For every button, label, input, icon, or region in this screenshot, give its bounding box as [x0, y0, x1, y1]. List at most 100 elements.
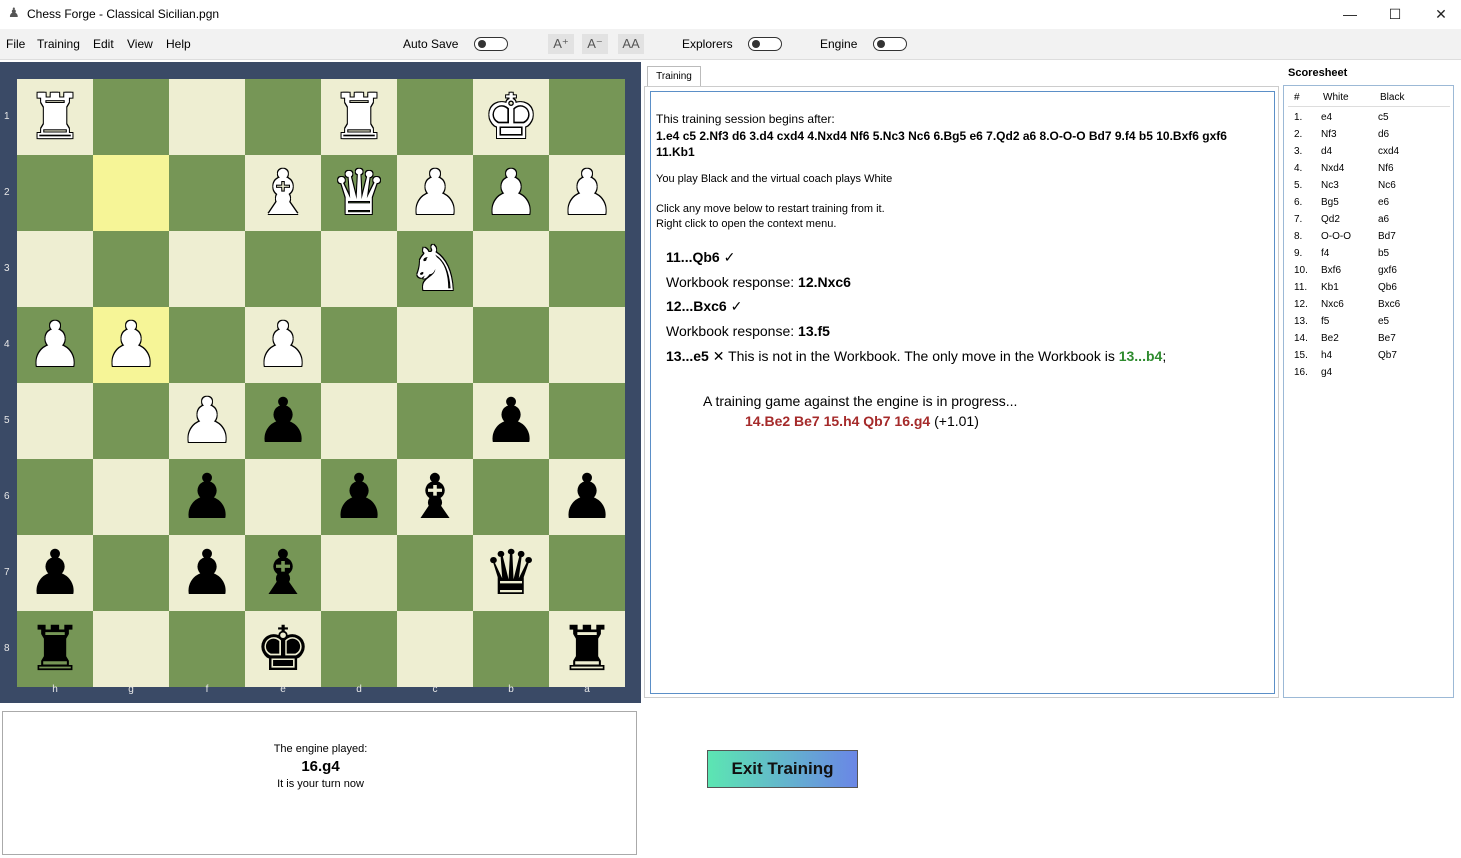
- scoresheet-black-move[interactable]: Bxc6: [1378, 299, 1400, 311]
- square-b8[interactable]: [473, 611, 549, 687]
- menu-training[interactable]: Training: [37, 37, 80, 52]
- square-a4[interactable]: [549, 307, 625, 383]
- square-c4[interactable]: [397, 307, 473, 383]
- black-piece-e7[interactable]: ♝: [245, 535, 321, 611]
- workbook-move[interactable]: 13.f5: [798, 323, 830, 339]
- square-a5[interactable]: [549, 383, 625, 459]
- black-piece-c6[interactable]: ♝: [397, 459, 473, 535]
- square-h5[interactable]: [17, 383, 93, 459]
- scoresheet-white-move[interactable]: Bxf6: [1321, 265, 1341, 277]
- scoresheet-black-move[interactable]: cxd4: [1378, 146, 1399, 158]
- white-piece-b2[interactable]: ♟: [473, 155, 549, 231]
- square-g5[interactable]: [93, 383, 169, 459]
- increase-font-button[interactable]: A⁺: [548, 34, 574, 54]
- square-c5[interactable]: [397, 383, 473, 459]
- white-piece-a2[interactable]: ♟: [549, 155, 625, 231]
- scoresheet-black-move[interactable]: a6: [1378, 214, 1389, 226]
- scoresheet-black-move[interactable]: d6: [1378, 129, 1389, 141]
- white-piece-c3[interactable]: ♞: [397, 231, 473, 307]
- square-f8[interactable]: [169, 611, 245, 687]
- scoresheet-black-move[interactable]: Nf6: [1378, 163, 1394, 175]
- square-d8[interactable]: [321, 611, 397, 687]
- engine-toggle[interactable]: [873, 37, 907, 51]
- square-f3[interactable]: [169, 231, 245, 307]
- black-piece-a6[interactable]: ♟: [549, 459, 625, 535]
- scoresheet-white-move[interactable]: d4: [1321, 146, 1332, 158]
- scoresheet-black-move[interactable]: Bd7: [1378, 231, 1396, 243]
- white-piece-d2[interactable]: ♛: [321, 155, 397, 231]
- square-c7[interactable]: [397, 535, 473, 611]
- black-piece-f6[interactable]: ♟: [169, 459, 245, 535]
- workbook-move[interactable]: 13...b4: [1119, 348, 1163, 364]
- white-piece-c2[interactable]: ♟: [397, 155, 473, 231]
- square-h6[interactable]: [17, 459, 93, 535]
- menu-view[interactable]: View: [127, 37, 153, 52]
- black-piece-d6[interactable]: ♟: [321, 459, 397, 535]
- explorers-toggle[interactable]: [748, 37, 782, 51]
- workbook-move[interactable]: 12.Nxc6: [798, 274, 851, 290]
- engine-line[interactable]: 14.Be2 Be7 15.h4 Qb7 16.g4: [745, 413, 930, 429]
- white-piece-e2[interactable]: ♝: [245, 155, 321, 231]
- scoresheet-white-move[interactable]: f4: [1321, 248, 1329, 260]
- white-piece-g4[interactable]: ♟: [93, 307, 169, 383]
- square-d5[interactable]: [321, 383, 397, 459]
- maximize-button[interactable]: ☐: [1372, 0, 1418, 28]
- scoresheet-black-move[interactable]: Qb6: [1378, 282, 1397, 294]
- menu-file[interactable]: File: [6, 37, 25, 52]
- scoresheet-white-move[interactable]: Kb1: [1321, 282, 1339, 294]
- square-e6[interactable]: [245, 459, 321, 535]
- scoresheet-white-move[interactable]: Nf3: [1321, 129, 1337, 141]
- white-piece-b1[interactable]: ♚: [473, 79, 549, 155]
- scoresheet-white-move[interactable]: Bg5: [1321, 197, 1339, 209]
- scoresheet-white-move[interactable]: Qd2: [1321, 214, 1340, 226]
- black-piece-b5[interactable]: ♟: [473, 383, 549, 459]
- scoresheet-white-move[interactable]: e4: [1321, 112, 1332, 124]
- chessboard[interactable]: ♜ ♜ ♚ ♝ ♛ ♟ ♟ ♟ ♞ ♟ ♟ ♟ ♟ ♟ ♟ ♟ ♟ ♝ ♟ ♟ ♟ ♝ ♛ ♜ ♚ ♜: [17, 79, 625, 687]
- menu-edit[interactable]: Edit: [93, 37, 114, 52]
- close-button[interactable]: ✕: [1418, 0, 1461, 28]
- scoresheet-white-move[interactable]: f5: [1321, 316, 1329, 328]
- scoresheet-white-move[interactable]: O-O-O: [1321, 231, 1351, 243]
- scoresheet-black-move[interactable]: e6: [1378, 197, 1389, 209]
- scoresheet-white-move[interactable]: g4: [1321, 367, 1332, 379]
- square-g3[interactable]: [93, 231, 169, 307]
- square-a3[interactable]: [549, 231, 625, 307]
- black-piece-a8[interactable]: ♜: [549, 611, 625, 687]
- square-f4[interactable]: [169, 307, 245, 383]
- square-g1[interactable]: [93, 79, 169, 155]
- black-piece-h7[interactable]: ♟: [17, 535, 93, 611]
- exit-training-button[interactable]: Exit Training: [707, 750, 858, 788]
- square-a1[interactable]: [549, 79, 625, 155]
- scoresheet-black-move[interactable]: Nc6: [1378, 180, 1396, 192]
- scoresheet-black-move[interactable]: b5: [1378, 248, 1389, 260]
- white-piece-f5[interactable]: ♟: [169, 383, 245, 459]
- scoresheet-white-move[interactable]: Nxc6: [1321, 299, 1344, 311]
- square-f1[interactable]: [169, 79, 245, 155]
- white-piece-d1[interactable]: ♜: [321, 79, 397, 155]
- black-piece-e8[interactable]: ♚: [245, 611, 321, 687]
- auto-save-toggle[interactable]: [474, 37, 508, 51]
- user-move[interactable]: 12...Bxc6: [666, 298, 727, 314]
- scoresheet-black-move[interactable]: Be7: [1378, 333, 1396, 345]
- scoresheet-black-move[interactable]: e5: [1378, 316, 1389, 328]
- minimize-button[interactable]: —: [1327, 0, 1373, 28]
- black-piece-f7[interactable]: ♟: [169, 535, 245, 611]
- black-piece-e5[interactable]: ♟: [245, 383, 321, 459]
- scoresheet-white-move[interactable]: Nxd4: [1321, 163, 1344, 175]
- square-e1[interactable]: [245, 79, 321, 155]
- white-piece-h1[interactable]: ♜: [17, 79, 93, 155]
- white-piece-e4[interactable]: ♟: [245, 307, 321, 383]
- square-d4[interactable]: [321, 307, 397, 383]
- user-move[interactable]: 13...e5: [666, 348, 709, 364]
- white-piece-h4[interactable]: ♟: [17, 307, 93, 383]
- scoresheet-white-move[interactable]: Nc3: [1321, 180, 1339, 192]
- scoresheet-black-move[interactable]: Qb7: [1378, 350, 1397, 362]
- square-h3[interactable]: [17, 231, 93, 307]
- menu-help[interactable]: Help: [166, 37, 191, 52]
- user-move[interactable]: 11...Qb6: [666, 249, 720, 265]
- decrease-font-button[interactable]: A⁻: [582, 34, 608, 54]
- square-a7[interactable]: [549, 535, 625, 611]
- square-h2[interactable]: [17, 155, 93, 231]
- square-e3[interactable]: [245, 231, 321, 307]
- scoresheet-white-move[interactable]: h4: [1321, 350, 1332, 362]
